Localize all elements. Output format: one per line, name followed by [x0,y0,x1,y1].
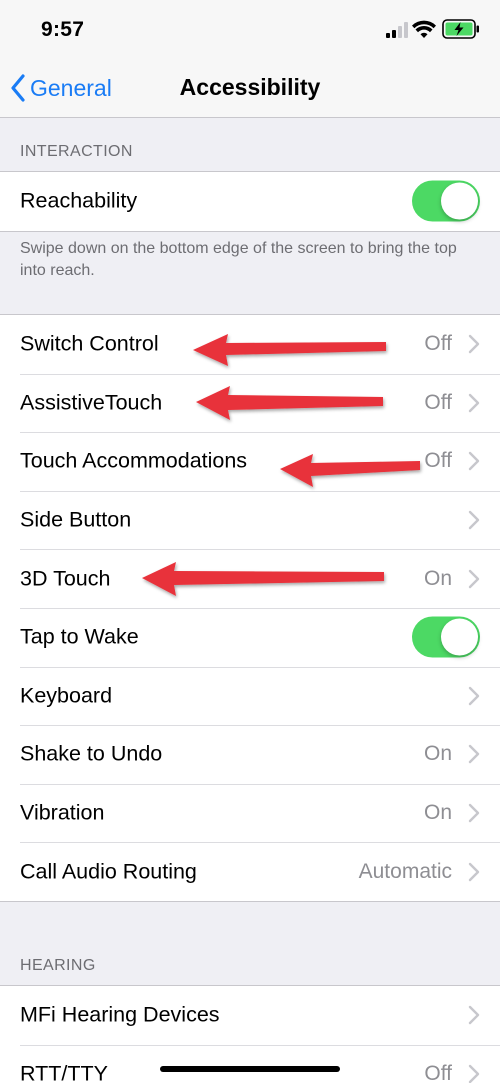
row-shake-to-undo[interactable]: Shake to Undo On [0,725,500,784]
row-vibration[interactable]: Vibration On [0,783,500,843]
row-switch-control[interactable]: Switch Control Off [0,315,500,374]
row-3d-touch[interactable]: 3D Touch On [0,549,500,608]
status-time: 9:57 [41,18,85,41]
row-value: On [423,566,452,590]
row-value: Off [424,332,452,356]
chevron-right-icon [468,745,480,764]
row-keyboard[interactable]: Keyboard [0,666,500,726]
home-indicator [160,1066,340,1072]
page-title: Accessibility [179,74,321,100]
row-value: Off [424,449,452,473]
row-reachability[interactable]: Reachability [0,172,500,231]
chevron-right-icon [468,803,480,823]
chevron-right-icon [468,510,480,530]
group-interaction: Reachability [0,171,500,232]
row-value: Automatic [358,859,452,883]
signal-icon [386,22,408,38]
row-value: Off [424,390,452,414]
row-assistivetouch[interactable]: AssistiveTouch Off [0,373,500,433]
row-label: Call Audio Routing [20,859,197,884]
row-touch-accommodations[interactable]: Touch Accommodations Off [0,432,500,491]
row-rtt-tty[interactable]: RTT/TTY Off [0,1044,500,1083]
status-bar: 9:57 [0,0,500,58]
section-header-hearing: HEARING [20,957,96,974]
nav-bar: General Accessibility [0,58,500,118]
chevron-right-icon [468,686,480,706]
wifi-icon [412,20,436,38]
tap-to-wake-toggle[interactable] [412,616,480,658]
row-label: Touch Accommodations [20,448,248,473]
row-label: Reachability [20,188,138,213]
row-label: 3D Touch [20,566,111,591]
chevron-right-icon [468,393,480,413]
row-label: MFi Hearing Devices [20,1002,220,1027]
row-label: Keyboard [20,683,113,708]
group-physical-motor: Switch Control Off AssistiveTouch Off To… [0,314,500,902]
row-label: Switch Control [20,331,159,356]
row-value: Off [424,1061,452,1083]
toggle-knob [441,182,478,220]
row-call-audio-routing[interactable]: Call Audio Routing Automatic [0,842,500,901]
row-tap-to-wake[interactable]: Tap to Wake [0,607,500,667]
row-label: Shake to Undo [20,741,163,766]
chevron-right-icon [468,335,480,354]
row-value: On [423,801,452,825]
chevron-right-icon [468,1006,480,1025]
row-label: Vibration [20,800,105,825]
row-side-button[interactable]: Side Button [0,490,500,550]
row-mfi-hearing-devices[interactable]: MFi Hearing Devices [0,986,500,1045]
chevron-right-icon [468,1064,480,1083]
section-header-interaction: INTERACTION [20,143,133,160]
row-label: Tap to Wake [20,624,139,649]
row-value: On [423,742,452,766]
row-label: RTT/TTY [20,1061,108,1083]
battery-charging-icon [442,19,479,39]
reachability-toggle[interactable] [412,180,480,222]
row-label: AssistiveTouch [20,390,163,415]
row-label: Side Button [20,507,132,532]
toggle-knob [441,618,478,656]
chevron-right-icon [468,569,480,588]
reachability-description: Swipe down on the bottom edge of the scr… [20,240,457,279]
chevron-right-icon [468,452,480,471]
chevron-right-icon [468,862,480,881]
